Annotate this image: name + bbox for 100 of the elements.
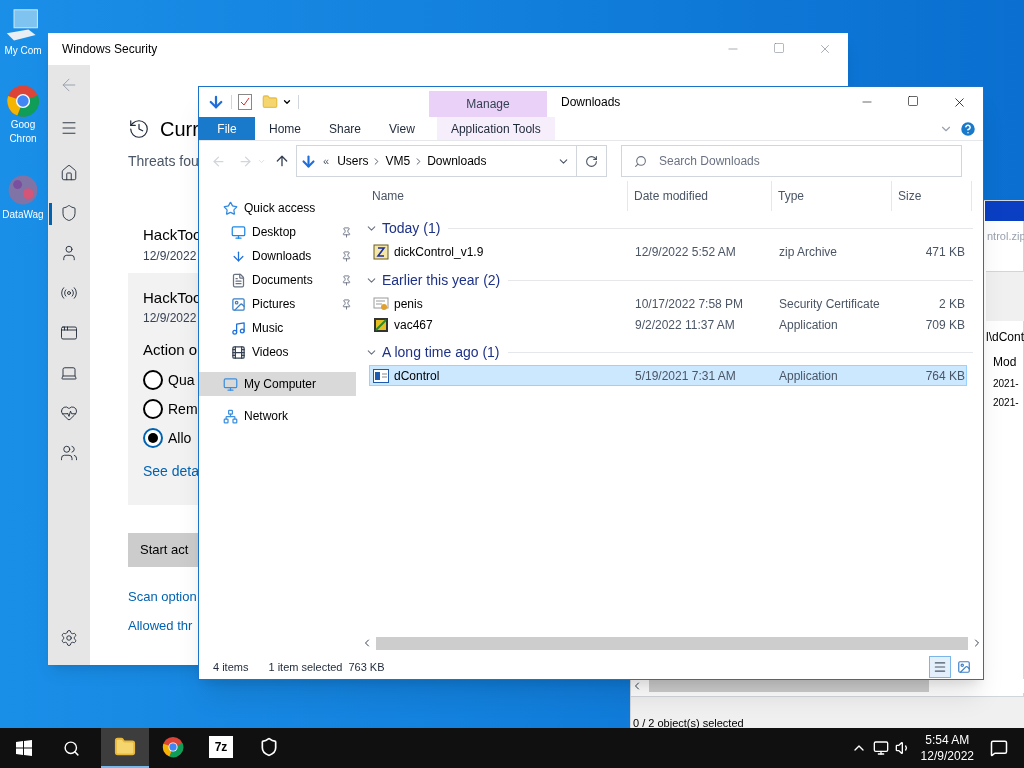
size-cell-text: 709 KB xyxy=(924,316,965,334)
star-icon xyxy=(223,200,238,216)
file-row[interactable]: vac467 9/2/2022 11:37 AM Application 709 KB xyxy=(369,314,967,335)
column-header[interactable]: Date modified xyxy=(628,181,772,211)
time-text: 5:54 AM xyxy=(925,732,970,748)
picture-icon xyxy=(957,660,971,674)
maximize-icon[interactable] xyxy=(907,94,919,107)
picture-icon xyxy=(231,296,246,312)
file-row[interactable]: dickControl_v1.9 12/9/2022 5:52 AM zip Archive 471 KB xyxy=(369,241,967,262)
ribbon-tab[interactable]: Home xyxy=(255,117,315,140)
home-icon[interactable] xyxy=(60,164,78,182)
people-icon[interactable] xyxy=(60,444,78,462)
search-icon[interactable] xyxy=(63,739,80,757)
list-icon xyxy=(933,660,947,674)
file-row[interactable]: penis 10/17/2022 7:58 PM Security Certificate 2 KB xyxy=(369,293,967,314)
navigation-label: My Computer xyxy=(244,376,317,393)
up-icon[interactable] xyxy=(274,153,290,169)
file-name: penis xyxy=(394,295,423,313)
ribbon-tab[interactable]: File xyxy=(199,117,255,140)
type-cell-text: Application xyxy=(778,367,839,385)
navigation-item[interactable]: Documents xyxy=(199,268,356,292)
folder-icon xyxy=(114,736,136,758)
option-label: Allo xyxy=(168,428,192,448)
settings-link[interactable]: Scan option xyxy=(128,586,197,606)
search-placeholder: Search Downloads xyxy=(659,153,760,170)
heart-pulse-icon[interactable] xyxy=(60,404,78,422)
refresh-icon[interactable] xyxy=(585,154,598,168)
pin-icon[interactable] xyxy=(341,250,352,262)
address-bar[interactable]: « Users VM5 Downloads xyxy=(296,145,607,177)
navigation-label: Pictures xyxy=(252,296,296,313)
navigation-item[interactable]: Quick access xyxy=(199,196,356,220)
details-link[interactable]: See deta xyxy=(143,460,200,482)
breadcrumb-item[interactable]: Users xyxy=(337,152,369,170)
properties-icon[interactable] xyxy=(238,94,252,110)
taskbar-app[interactable] xyxy=(101,728,149,768)
laptop-icon[interactable] xyxy=(60,364,78,382)
chrome-icon xyxy=(162,736,184,758)
ribbon-tab[interactable]: Share xyxy=(315,117,376,140)
navigation-item[interactable]: Music xyxy=(199,316,356,340)
navigation-label: Downloads xyxy=(252,248,312,265)
taskbar-app[interactable]: 7z xyxy=(197,728,245,768)
navigation-item[interactable]: Pictures xyxy=(199,292,356,316)
option-label: Rem xyxy=(168,399,198,419)
column-header: Mod xyxy=(993,354,1017,371)
size-cell-text: 471 KB xyxy=(924,243,965,261)
column-header[interactable]: Size xyxy=(892,181,972,211)
ribbon-tab[interactable]: View xyxy=(375,117,429,140)
download-icon[interactable] xyxy=(207,93,225,111)
type-cell-text: Application xyxy=(778,316,839,334)
customize-toolbar-icon[interactable] xyxy=(282,97,292,107)
shield-icon[interactable] xyxy=(60,204,78,222)
radio-button[interactable] xyxy=(143,370,163,390)
network-icon xyxy=(223,408,238,424)
notifications-icon[interactable] xyxy=(990,739,1008,757)
application-window-icon xyxy=(373,368,389,383)
window-icon[interactable] xyxy=(60,324,78,342)
selection-size: 763 KB xyxy=(348,659,385,675)
breadcrumb-overflow[interactable]: « xyxy=(323,152,330,170)
start-actions-button[interactable]: Start act xyxy=(128,532,198,567)
settings-link[interactable]: Allowed thr xyxy=(128,616,193,636)
column-header[interactable]: Type xyxy=(772,181,892,211)
window-title: Downloads xyxy=(561,94,621,111)
network-icon[interactable] xyxy=(872,740,889,756)
navigation-label: Videos xyxy=(252,344,289,361)
column-header[interactable]: Name xyxy=(361,181,628,211)
navigation-item[interactable]: Videos xyxy=(199,340,356,364)
pin-icon[interactable] xyxy=(341,298,352,310)
option-label: Qua xyxy=(168,370,195,390)
breadcrumb-item[interactable]: Downloads xyxy=(427,152,487,170)
radio-button[interactable] xyxy=(143,399,163,419)
file-row[interactable]: dControl 5/19/2021 7:31 AM Application 764 KB xyxy=(369,365,967,386)
group-header[interactable]: Today (1) xyxy=(382,217,441,239)
windows-logo-icon[interactable] xyxy=(16,740,32,756)
download-icon xyxy=(231,248,246,264)
help-icon[interactable] xyxy=(959,119,977,138)
document-icon xyxy=(231,272,246,288)
navigation-item[interactable]: Network xyxy=(199,404,356,428)
group-header[interactable]: A long time ago (1) xyxy=(382,341,500,363)
menu-icon[interactable] xyxy=(60,119,78,137)
pin-icon[interactable] xyxy=(341,226,352,238)
breadcrumb-item[interactable]: VM5 xyxy=(385,152,411,170)
settings-icon[interactable] xyxy=(60,629,78,647)
navigation-item[interactable]: My Computer xyxy=(199,372,356,396)
antenna-icon[interactable] xyxy=(60,284,78,302)
download-icon xyxy=(300,152,317,170)
person-icon[interactable] xyxy=(60,244,78,262)
ribbon-tab[interactable]: Application Tools xyxy=(436,117,555,140)
archive-app-label: 7z xyxy=(209,736,233,758)
group-header[interactable]: Earlier this year (2) xyxy=(382,269,501,291)
clock[interactable]: 5:54 AM 12/9/2022 xyxy=(920,732,974,764)
shield-icon xyxy=(259,737,279,757)
radio-button[interactable] xyxy=(143,428,163,448)
navigation-item[interactable]: Downloads xyxy=(199,244,356,268)
path-text: l\dCont xyxy=(986,329,1024,346)
pin-icon[interactable] xyxy=(341,274,352,286)
details-view-button[interactable] xyxy=(929,656,951,678)
navigation-item[interactable]: Desktop xyxy=(199,220,356,244)
size-cell-text: 764 KB xyxy=(924,367,965,385)
search-field[interactable]: Search Downloads xyxy=(621,145,962,177)
status-text: 0 / 2 object(s) selected xyxy=(633,717,744,729)
